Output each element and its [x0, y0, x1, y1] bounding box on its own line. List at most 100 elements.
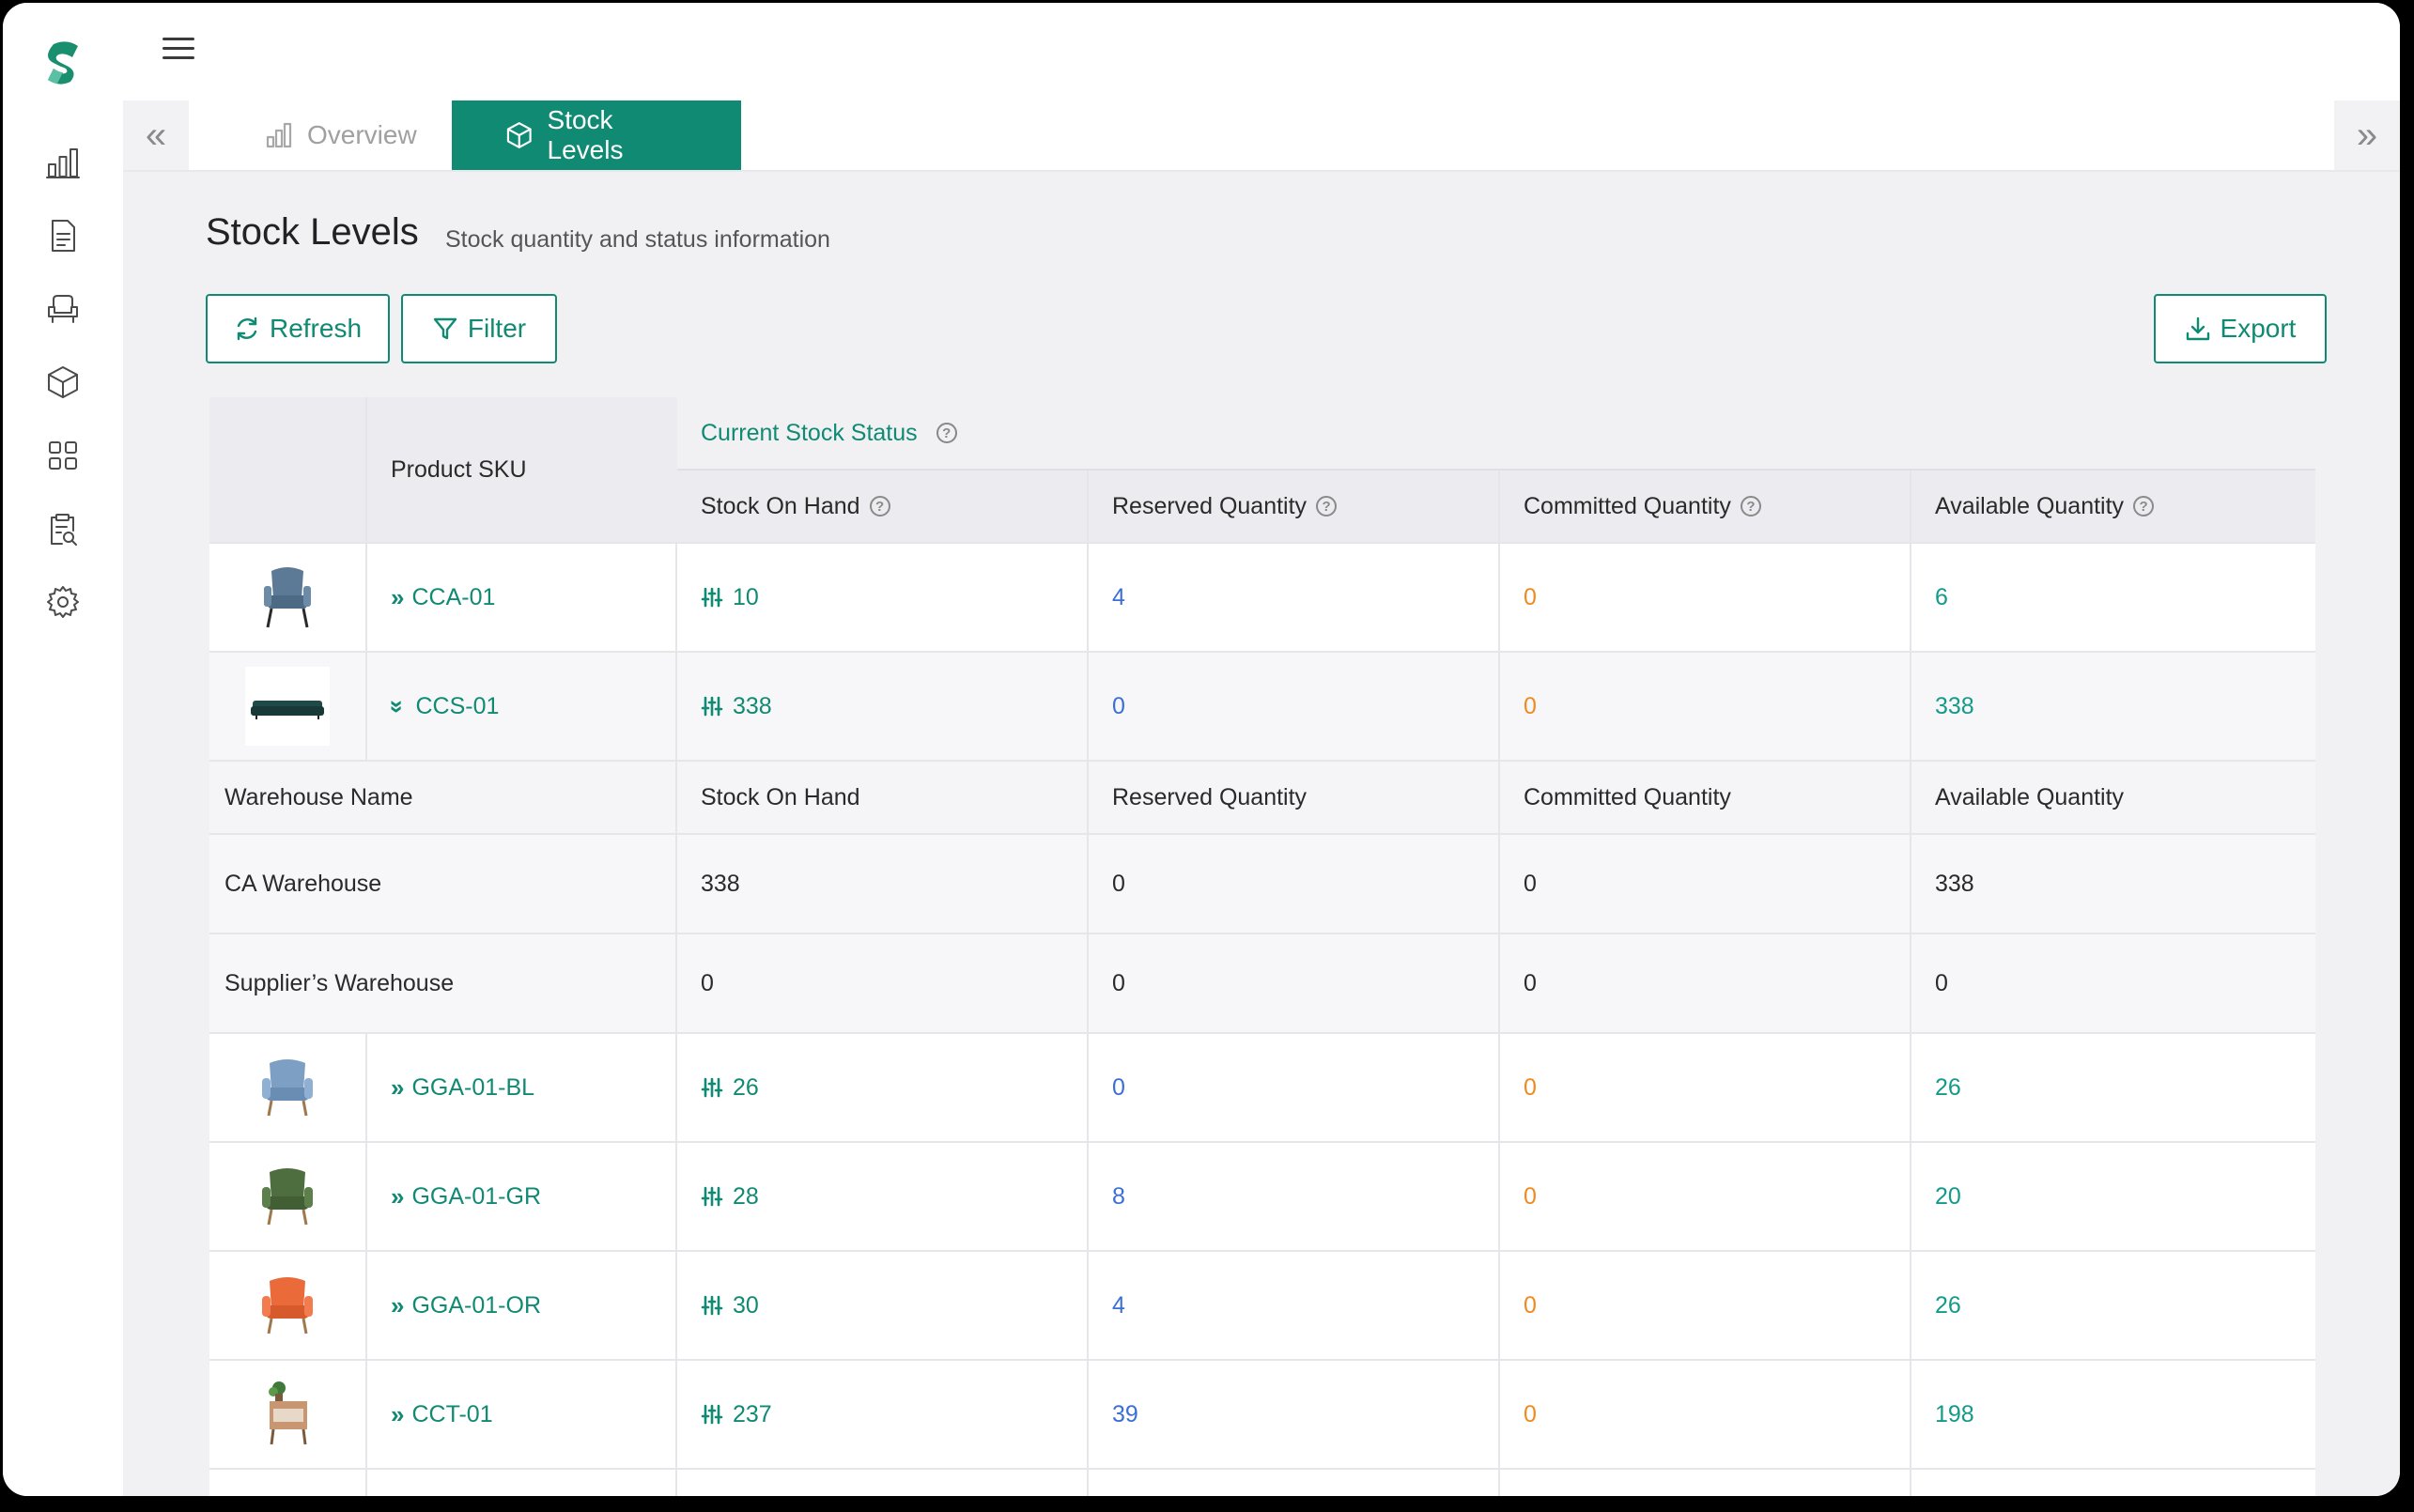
sku-link[interactable]: GGA-01-BL [411, 1074, 534, 1102]
reserved-cell[interactable] [1089, 1470, 1500, 1496]
committed-cell[interactable] [1500, 1470, 1911, 1496]
stock-on-hand-cell[interactable]: 237 [677, 1361, 1089, 1468]
product-thumbnail [209, 1361, 367, 1468]
sku-link[interactable]: GGA-01-GR [411, 1183, 541, 1211]
help-icon[interactable]: ? [1740, 496, 1761, 517]
sku-cell[interactable]: » GGA-01-OR [367, 1252, 677, 1359]
sku-cell[interactable]: » GGA-01-BL [367, 1034, 677, 1141]
tab-stock-levels[interactable]: Stock Levels [452, 100, 741, 170]
product-thumbnail [209, 653, 367, 760]
logo-icon[interactable] [40, 39, 85, 85]
table-row[interactable]: » GGA-01-GR 28 8 0 20 [209, 1141, 2315, 1250]
reserved-cell[interactable]: 0 [1089, 1034, 1500, 1141]
expand-chevron-icon[interactable]: » [391, 1073, 405, 1103]
header-stock-on-hand[interactable]: Stock On Hand? [677, 471, 1089, 542]
available-cell[interactable]: 6 [1911, 544, 2315, 651]
package-icon[interactable] [42, 362, 84, 403]
adjust-icon[interactable] [701, 1076, 723, 1099]
expand-chevron-icon[interactable]: » [391, 1400, 405, 1429]
warehouse-soh: 0 [677, 934, 1089, 1032]
header-available[interactable]: Available Quantity? [1911, 471, 2315, 542]
reserved-cell[interactable]: 4 [1089, 1252, 1500, 1359]
adjust-icon[interactable] [701, 1403, 723, 1426]
available-cell[interactable]: 26 [1911, 1252, 2315, 1359]
chevrons-left-icon[interactable]: « [123, 100, 189, 170]
collapse-chevron-icon[interactable]: » [383, 700, 412, 713]
stock-on-hand-cell[interactable]: 30 [677, 1252, 1089, 1359]
warehouse-committed: 0 [1500, 934, 1911, 1032]
adjust-icon[interactable] [701, 586, 723, 609]
soh-value: 26 [733, 1073, 759, 1101]
sku-link[interactable]: GGA-01-OR [411, 1292, 541, 1319]
committed-cell[interactable]: 0 [1500, 1252, 1911, 1359]
export-button[interactable]: Export [2154, 294, 2327, 363]
header-reserved[interactable]: Reserved Quantity? [1089, 471, 1500, 542]
sku-cell[interactable]: » GGA-01-GR [367, 1143, 677, 1250]
header-committed[interactable]: Committed Quantity? [1500, 471, 1911, 542]
stock-on-hand-cell[interactable]: 26 [677, 1034, 1089, 1141]
table-row[interactable]: » CCS-01 338 0 0 338 [209, 651, 2315, 760]
available-cell[interactable]: 338 [1911, 653, 2315, 760]
help-icon[interactable]: ? [936, 423, 957, 443]
header-image-cell [209, 397, 367, 542]
apps-icon[interactable] [42, 435, 84, 476]
warehouse-name: Supplier’s Warehouse [209, 934, 677, 1032]
header-available-label: Available Quantity [1935, 492, 2125, 519]
sku-cell[interactable] [367, 1470, 677, 1496]
menu-icon[interactable] [162, 35, 196, 63]
stock-on-hand-cell[interactable]: 10 [677, 544, 1089, 651]
help-icon[interactable]: ? [2133, 496, 2155, 517]
bar-chart-icon [266, 122, 292, 148]
committed-cell[interactable]: 0 [1500, 1361, 1911, 1468]
filter-button[interactable]: Filter [401, 294, 557, 363]
table-row[interactable]: » GGA-01-BL 26 0 0 26 [209, 1032, 2315, 1141]
committed-cell[interactable]: 0 [1500, 544, 1911, 651]
filter-icon [433, 317, 457, 340]
sku-cell[interactable]: » CCT-01 [367, 1361, 677, 1468]
chevrons-right-icon[interactable]: » [2334, 100, 2400, 170]
committed-cell[interactable]: 0 [1500, 1143, 1911, 1250]
reserved-cell[interactable]: 0 [1089, 653, 1500, 760]
reserved-cell[interactable]: 39 [1089, 1361, 1500, 1468]
tab-bar: « Overview Stock Levels » [123, 100, 2400, 172]
stock-on-hand-cell[interactable] [677, 1470, 1089, 1496]
clipboard-search-icon[interactable] [42, 508, 84, 549]
sku-link[interactable]: CCT-01 [411, 1401, 492, 1428]
table-row[interactable]: » CCA-01 10 4 0 6 [209, 542, 2315, 651]
analytics-icon[interactable] [42, 142, 84, 183]
table-row[interactable] [209, 1468, 2315, 1496]
table-row[interactable]: » GGA-01-OR 30 4 0 26 [209, 1250, 2315, 1359]
adjust-icon[interactable] [701, 1294, 723, 1317]
available-cell[interactable]: 26 [1911, 1034, 2315, 1141]
tab-overview[interactable]: Overview [217, 100, 471, 170]
warehouse-subheader: Warehouse Name Stock On Hand Reserved Qu… [209, 760, 2315, 833]
warehouse-soh-header: Stock On Hand [677, 762, 1089, 833]
reserved-cell[interactable]: 4 [1089, 544, 1500, 651]
help-icon[interactable]: ? [1316, 496, 1338, 517]
help-icon[interactable]: ? [869, 496, 890, 517]
expand-chevron-icon[interactable]: » [391, 1182, 405, 1211]
sku-link[interactable]: CCS-01 [415, 693, 499, 720]
tab-overview-label: Overview [307, 120, 417, 149]
sku-link[interactable]: CCA-01 [411, 584, 495, 611]
table-row[interactable]: » CCT-01 237 39 0 198 [209, 1359, 2315, 1468]
document-icon[interactable] [42, 215, 84, 256]
settings-icon[interactable] [42, 581, 84, 623]
stock-on-hand-cell[interactable]: 338 [677, 653, 1089, 760]
furniture-icon[interactable] [42, 288, 84, 330]
expand-chevron-icon[interactable]: » [391, 1291, 405, 1320]
sku-cell[interactable]: » CCS-01 [367, 653, 677, 760]
stock-on-hand-cell[interactable]: 28 [677, 1143, 1089, 1250]
available-cell[interactable]: 198 [1911, 1361, 2315, 1468]
refresh-button[interactable]: Refresh [206, 294, 390, 363]
available-cell[interactable]: 20 [1911, 1143, 2315, 1250]
expand-chevron-icon[interactable]: » [391, 583, 405, 612]
available-cell[interactable] [1911, 1470, 2315, 1496]
adjust-icon[interactable] [701, 1185, 723, 1208]
committed-cell[interactable]: 0 [1500, 1034, 1911, 1141]
sku-cell[interactable]: » CCA-01 [367, 544, 677, 651]
adjust-icon[interactable] [701, 695, 723, 717]
committed-cell[interactable]: 0 [1500, 653, 1911, 760]
reserved-cell[interactable]: 8 [1089, 1143, 1500, 1250]
refresh-icon [237, 316, 257, 341]
